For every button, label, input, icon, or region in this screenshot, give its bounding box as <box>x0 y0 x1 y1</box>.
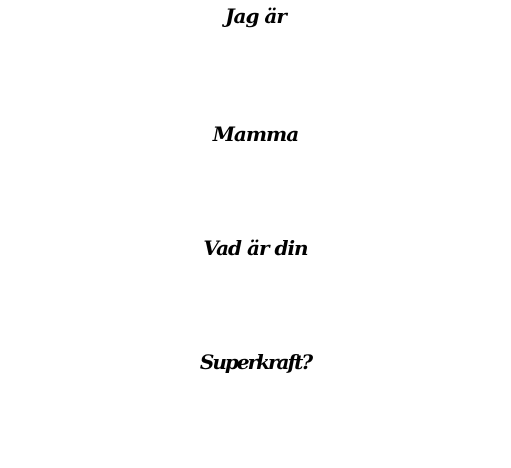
text-line-4: Superkraft? <box>199 350 313 374</box>
text-line-2: Mamma <box>212 122 299 146</box>
text-line-3: Vad är din <box>203 236 308 260</box>
design-canvas: Jag är Mamma Vad är din Superkraft? <box>0 0 511 468</box>
text-line-1: Jag är <box>225 4 287 28</box>
